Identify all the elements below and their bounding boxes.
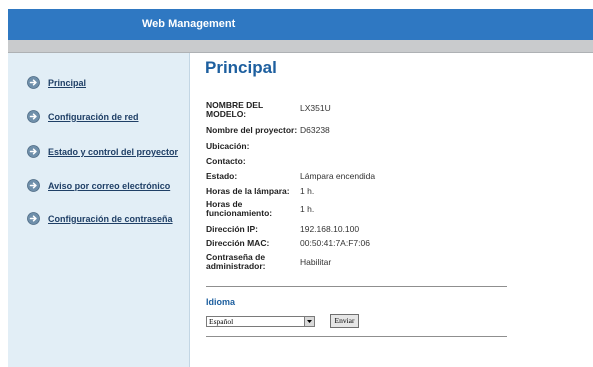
arrow-circle-right-icon	[27, 110, 40, 123]
info-label: Horas de funcionamiento:	[206, 199, 273, 218]
sidebar-item-label[interactable]: Principal	[48, 78, 86, 88]
info-value: 00:50:41:7A:F7:06	[300, 238, 370, 248]
info-label: Horas de la lámpara:	[206, 186, 290, 196]
app-title: Web Management	[142, 18, 236, 30]
info-label: Dirección IP:	[206, 224, 258, 234]
info-label: Nombre del proyector:	[206, 125, 298, 135]
header-bar: Web Management	[8, 9, 593, 40]
sidebar-item-label[interactable]: Configuración de red	[48, 112, 139, 122]
info-label: NOMBRE DEL MODELO:	[206, 100, 263, 119]
info-value: Lámpara encendida	[300, 171, 376, 181]
main-content: Principal NOMBRE DEL MODELO: LX351U Nomb…	[190, 53, 593, 367]
sidebar-item-label[interactable]: Estado y control del proyector	[48, 147, 178, 157]
info-row-operation-hours: Horas de funcionamiento: 1 h.	[206, 200, 314, 218]
arrow-circle-right-icon	[27, 145, 40, 158]
language-select[interactable]: Español	[206, 316, 315, 327]
info-value: 1 h.	[300, 204, 315, 214]
header-divider	[8, 40, 593, 53]
info-row-status: Estado: Lámpara encendida	[206, 172, 375, 181]
info-label: Estado:	[206, 171, 238, 181]
info-value: D63238	[300, 125, 330, 135]
sidebar-item-label[interactable]: Configuración de contraseña	[48, 214, 173, 224]
info-value: LX351U	[300, 103, 331, 113]
info-row-contact: Contacto:	[206, 157, 300, 166]
sidebar-item-email-alert[interactable]: Aviso por correo electrónico	[27, 179, 170, 192]
info-row-lamp-hours: Horas de la lámpara: 1 h.	[206, 187, 314, 196]
info-label: Contacto:	[206, 156, 246, 166]
info-label: Dirección MAC:	[206, 238, 270, 248]
info-row-mac-address: Dirección MAC: 00:50:41:7A:F7:06	[206, 239, 370, 248]
page-title: Principal	[205, 58, 277, 77]
arrow-circle-right-icon	[27, 76, 40, 89]
divider	[206, 286, 507, 287]
info-row-location: Ubicación:	[206, 142, 300, 151]
chevron-down-icon[interactable]	[304, 317, 314, 326]
info-label: Ubicación:	[206, 141, 250, 151]
language-select-value: Español	[209, 317, 234, 326]
sidebar-item-network-config[interactable]: Configuración de red	[27, 110, 139, 123]
info-value: Habilitar	[300, 257, 332, 267]
sidebar-item-label[interactable]: Aviso por correo electrónico	[48, 181, 170, 191]
sidebar: Principal Configuración de red Estado y …	[8, 53, 190, 367]
sidebar-item-principal[interactable]: Principal	[27, 76, 86, 89]
info-row-projector-name: Nombre del proyector: D63238	[206, 126, 330, 135]
sidebar-item-password-config[interactable]: Configuración de contraseña	[27, 212, 173, 225]
info-value: 1 h.	[300, 186, 315, 196]
divider	[206, 336, 507, 337]
info-value: 192.168.10.100	[300, 224, 360, 234]
info-label: Contraseña de administrador:	[206, 252, 266, 271]
arrow-circle-right-icon	[27, 179, 40, 192]
language-label: Idioma	[206, 297, 236, 307]
info-row-ip-address: Dirección IP: 192.168.10.100	[206, 225, 359, 234]
info-row-admin-password: Contraseña de administrador: Habilitar	[206, 253, 331, 271]
info-row-model-name: NOMBRE DEL MODELO: LX351U	[206, 101, 331, 119]
arrow-circle-right-icon	[27, 212, 40, 225]
submit-button[interactable]: Enviar	[330, 314, 359, 328]
sidebar-item-projector-status[interactable]: Estado y control del proyector	[27, 145, 178, 158]
